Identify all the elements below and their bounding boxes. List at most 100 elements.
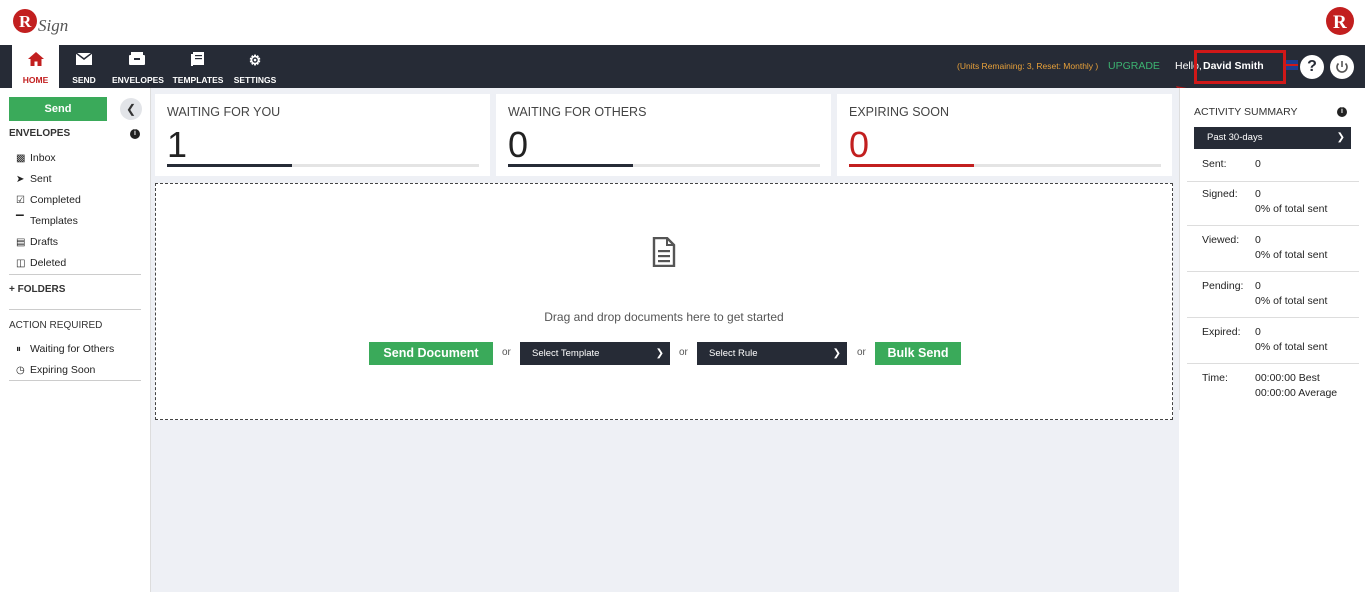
select-template-value: Select Template [532,348,600,359]
card-progress-fill [508,164,633,167]
activity-label: Pending: [1202,280,1244,292]
svg-text:Sign: Sign [38,16,68,35]
card-progress-fill [849,164,974,167]
nav-templates-label: TEMPLATES [172,75,224,85]
activity-percent: 00:00:00 Average [1255,387,1338,399]
card-progress [167,164,479,167]
card-progress [849,164,1161,167]
sidebar-item-templates[interactable]: ▔ Templates [16,213,78,229]
pause-circle-icon: ⏸ [16,344,21,355]
card-title: EXPIRING SOON [849,105,950,119]
collapse-sidebar-button[interactable]: ❮ [120,98,142,120]
nav-envelopes-label: ENVELOPES [112,75,164,85]
activity-label: Signed: [1202,188,1238,200]
chevron-down-icon: ❯ [832,348,841,359]
info-icon[interactable]: i [130,129,140,139]
trash-icon: ◫ [16,258,26,269]
nav-settings-label: SETTINGS [233,75,277,85]
info-icon[interactable]: i [1337,107,1347,117]
card-progress-fill [167,164,292,167]
nav-settings[interactable]: ⚙ SETTINGS [233,45,277,88]
document-icon [652,237,676,267]
sidebar-item-label: Sent [30,173,52,185]
activity-row-time: Time: 00:00:00 Best 00:00:00 Average [1187,372,1359,410]
activity-row-viewed: Viewed: 0 0% of total sent [1187,234,1359,272]
card-title: WAITING FOR YOU [167,105,281,119]
card-value: 1 [167,124,188,165]
rsign-logo[interactable]: R Sign [12,6,74,40]
template-icon: ▔ [16,216,24,227]
uk-flag-icon[interactable] [1284,60,1298,70]
nav-send[interactable]: SEND [64,45,104,88]
upgrade-link[interactable]: UPGRADE [1108,45,1160,88]
main-navbar: HOME SEND ENVELOPES TEMPLATES ⚙ SETTINGS… [0,45,1365,88]
activity-row-expired: Expired: 0 0% of total sent [1187,326,1359,364]
main-content: WAITING FOR YOU 1 WAITING FOR OTHERS 0 E… [151,88,1179,592]
help-button[interactable]: ? [1300,55,1324,79]
sidebar-item-inbox[interactable]: ▩ Inbox [16,150,56,166]
or-text: or [502,347,511,358]
sidebar: Send ❮ ENVELOPES i ▩ Inbox ➤ Sent ☑ Complet… [0,88,151,592]
envelopes-section-title: ENVELOPES [9,128,71,139]
sidebar-item-label: Templates [30,215,78,227]
activity-percent: 0% of total sent [1255,295,1328,307]
paper-plane-icon: ➤ [16,174,25,185]
sidebar-item-completed[interactable]: ☑ Completed [16,192,81,208]
power-icon [1336,61,1348,73]
bulk-send-button[interactable]: Bulk Send [875,342,961,365]
sidebar-item-label: Drafts [30,236,59,248]
activity-value: 0 [1255,280,1261,292]
expiring-soon-card[interactable]: EXPIRING SOON 0 [837,94,1172,176]
waiting-for-you-card[interactable]: WAITING FOR YOU 1 [155,94,490,176]
home-icon [12,52,59,68]
select-rule-dropdown[interactable]: Select Rule ❯ [697,342,847,365]
inbox-icon: ▩ [16,153,26,164]
sidebar-item-label: Inbox [30,152,56,164]
or-text: or [679,347,688,358]
sidebar-item-expiring-soon[interactable]: ◷ Expiring Soon [16,362,95,378]
chevron-left-icon: ❮ [125,102,137,116]
action-required-title: ACTION REQUIRED [9,320,103,331]
activity-label: Time: [1202,372,1228,384]
nav-send-label: SEND [72,75,96,85]
waiting-for-others-card[interactable]: WAITING FOR OTHERS 0 [496,94,831,176]
activity-value: 0 [1255,188,1261,200]
sidebar-item-drafts[interactable]: ▤ Drafts [16,234,58,250]
activity-label: Expired: [1202,326,1241,338]
chevron-down-icon: ❯ [655,348,664,359]
activity-label: Viewed: [1202,234,1240,246]
envelope-icon [64,52,104,68]
period-dropdown[interactable]: Past 30-days ❯ [1194,127,1351,149]
document-dropzone[interactable]: Drag and drop documents here to get star… [155,183,1173,420]
nav-templates[interactable]: TEMPLATES [172,45,224,88]
top-header: R Sign R [0,0,1365,45]
card-title: WAITING FOR OTHERS [508,105,647,119]
activity-row-sent: Sent: 0 [1187,158,1359,182]
sidebar-item-waiting-for-others[interactable]: ⏸ Waiting for Others [16,341,114,357]
dropzone-instructions: Drag and drop documents here to get star… [544,310,784,324]
activity-percent: 0% of total sent [1255,203,1328,215]
nav-home[interactable]: HOME [12,45,59,88]
period-value: Past 30-days [1207,132,1263,143]
sidebar-item-label: Expiring Soon [30,364,96,376]
card-progress [508,164,820,167]
activity-value: 0 [1255,158,1261,170]
select-rule-value: Select Rule [709,348,758,359]
sidebar-item-sent[interactable]: ➤ Sent [16,171,52,187]
folders-button[interactable]: + FOLDERS [9,284,65,295]
nav-home-label: HOME [22,75,49,85]
sidebar-item-deleted[interactable]: ◫ Deleted [16,255,66,271]
activity-value: 0 [1255,326,1261,338]
annotation-highlight-box [1194,50,1286,84]
brand-logo-icon: R [1326,7,1354,35]
nav-envelopes[interactable]: ENVELOPES [112,45,164,88]
clock-icon: ◷ [16,365,25,376]
power-logout-button[interactable] [1330,55,1354,79]
book-icon [172,52,224,68]
activity-value: 0 [1255,234,1261,246]
send-button[interactable]: Send [9,97,107,121]
select-template-dropdown[interactable]: Select Template ❯ [520,342,670,365]
activity-percent: 0% of total sent [1255,341,1328,353]
send-document-button[interactable]: Send Document [369,342,493,365]
activity-summary-panel: ACTIVITY SUMMARY i Past 30-days ❯ Sent: … [1179,88,1365,410]
